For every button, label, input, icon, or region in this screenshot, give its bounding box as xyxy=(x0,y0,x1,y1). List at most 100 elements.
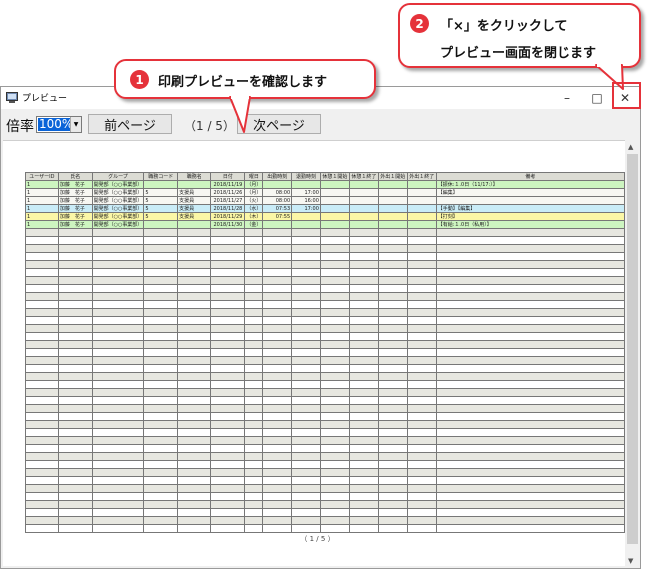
empty-cell xyxy=(210,308,246,317)
empty-cell xyxy=(57,276,93,285)
empty-cell xyxy=(348,364,379,373)
empty-cell xyxy=(91,412,145,421)
empty-cell xyxy=(319,420,350,429)
empty-cell xyxy=(177,436,212,445)
empty-cell xyxy=(319,428,350,437)
empty-cell xyxy=(177,236,212,245)
empty-cell xyxy=(319,484,350,493)
empty-cell xyxy=(319,284,350,293)
empty-cell xyxy=(143,436,179,445)
empty-cell xyxy=(406,500,437,509)
empty-cell xyxy=(406,316,437,325)
empty-cell xyxy=(143,500,179,509)
table-cell: 1 xyxy=(25,220,59,229)
empty-cell xyxy=(210,484,246,493)
empty-cell xyxy=(57,516,93,525)
minimize-button[interactable]: – xyxy=(552,87,582,109)
table-cell: 支援員 xyxy=(177,204,212,213)
empty-cell xyxy=(406,236,437,245)
empty-cell xyxy=(210,356,246,365)
scroll-thumb[interactable] xyxy=(627,154,638,544)
empty-cell xyxy=(406,436,437,445)
table-cell xyxy=(348,212,379,221)
empty-cell xyxy=(435,228,626,237)
empty-cell xyxy=(319,404,350,413)
empty-cell xyxy=(177,260,212,269)
empty-cell xyxy=(377,484,408,493)
empty-cell xyxy=(319,236,350,245)
empty-row xyxy=(25,236,626,245)
empty-cell xyxy=(319,268,350,277)
table-cell xyxy=(319,212,350,221)
empty-cell xyxy=(91,332,145,341)
table-cell: 加藤 花子 xyxy=(57,188,93,197)
empty-cell xyxy=(244,340,264,349)
empty-cell xyxy=(244,508,264,517)
table-cell: 加藤 花子 xyxy=(57,196,93,205)
empty-cell xyxy=(377,388,408,397)
empty-cell xyxy=(262,324,293,333)
empty-cell xyxy=(291,444,321,453)
empty-cell xyxy=(57,476,93,485)
empty-cell xyxy=(25,332,59,341)
callout-1-pointer xyxy=(229,96,251,133)
zoom-select[interactable]: 100% ▼ xyxy=(36,116,82,133)
empty-cell xyxy=(262,316,293,325)
empty-cell xyxy=(91,348,145,357)
empty-row xyxy=(25,356,626,365)
empty-cell xyxy=(262,412,293,421)
empty-cell xyxy=(177,460,212,469)
empty-row xyxy=(25,500,626,509)
empty-cell xyxy=(291,276,321,285)
table-cell: 【編集】 xyxy=(435,188,626,197)
empty-cell xyxy=(210,388,246,397)
empty-cell xyxy=(244,348,264,357)
empty-cell xyxy=(319,260,350,269)
empty-cell xyxy=(244,420,264,429)
empty-cell xyxy=(406,452,437,461)
empty-cell xyxy=(177,332,212,341)
table-row: 1 加藤 花子 開発部（○○事業部） 5 支援員 2018/11/29 （木） 07:55 【打… xyxy=(25,212,626,221)
table-cell: （月） xyxy=(244,188,264,197)
empty-cell xyxy=(25,492,59,501)
empty-cell xyxy=(177,380,212,389)
zoom-value: 100% xyxy=(38,117,75,131)
empty-cell xyxy=(143,412,179,421)
empty-cell xyxy=(435,412,626,421)
table-cell: 16:00 xyxy=(291,196,321,205)
table-cell: 08:00 xyxy=(262,196,293,205)
scroll-up-icon[interactable]: ▲ xyxy=(628,143,633,151)
table-cell xyxy=(262,180,293,189)
vertical-scrollbar[interactable]: ▲ ▼ xyxy=(625,140,640,567)
empty-cell xyxy=(91,228,145,237)
table-cell: 開発部（○○事業部） xyxy=(91,196,145,205)
empty-cell xyxy=(262,452,293,461)
prev-page-button[interactable]: 前ページ xyxy=(88,114,172,134)
table-cell: 5 xyxy=(143,204,179,213)
empty-cell xyxy=(406,412,437,421)
empty-cell xyxy=(319,452,350,461)
empty-cell xyxy=(210,268,246,277)
empty-cell xyxy=(406,300,437,309)
empty-row xyxy=(25,476,626,485)
empty-cell xyxy=(319,396,350,405)
empty-cell xyxy=(406,348,437,357)
empty-cell xyxy=(143,484,179,493)
empty-cell xyxy=(57,412,93,421)
empty-cell xyxy=(244,468,264,477)
chevron-down-icon[interactable]: ▼ xyxy=(70,117,81,132)
empty-cell xyxy=(435,364,626,373)
empty-cell xyxy=(177,316,212,325)
empty-cell xyxy=(377,428,408,437)
empty-cell xyxy=(291,428,321,437)
empty-cell xyxy=(57,428,93,437)
empty-cell xyxy=(91,428,145,437)
empty-cell xyxy=(210,420,246,429)
empty-row xyxy=(25,492,626,501)
table-cell xyxy=(291,180,321,189)
scroll-down-icon[interactable]: ▼ xyxy=(628,557,633,565)
table-cell: 開発部（○○事業部） xyxy=(91,204,145,213)
empty-cell xyxy=(435,476,626,485)
empty-cell xyxy=(57,260,93,269)
empty-cell xyxy=(210,444,246,453)
